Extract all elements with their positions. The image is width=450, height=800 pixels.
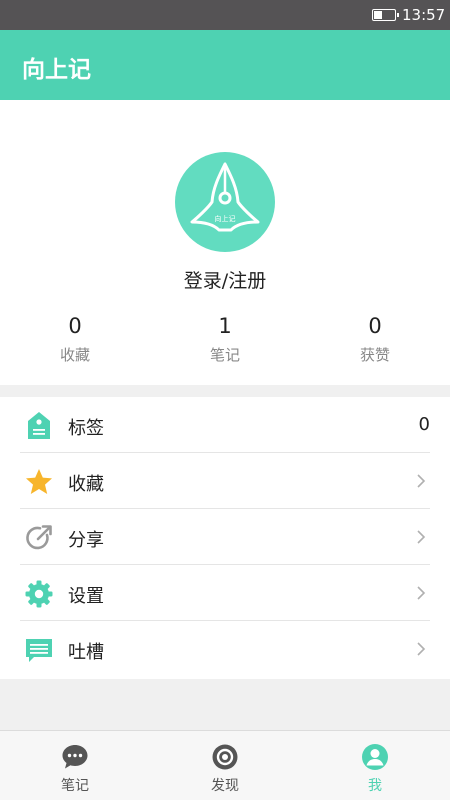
menu-item-favorites-label: 收藏 xyxy=(68,474,104,495)
pen-nib-logo-icon: 向上记 xyxy=(190,162,260,232)
menu-item-favorites[interactable]: 收藏 xyxy=(0,453,450,509)
app-bar: 向上记 xyxy=(0,30,450,100)
menu-item-share-label: 分享 xyxy=(68,530,104,551)
tag-icon xyxy=(28,412,50,439)
avatar-logo-text: 向上记 xyxy=(215,214,236,223)
star-icon xyxy=(26,469,52,494)
battery-icon xyxy=(372,9,399,21)
login-register-link[interactable]: 登录/注册 xyxy=(0,266,450,293)
tab-discover-label: 发现 xyxy=(211,778,239,794)
menu-item-share[interactable]: 分享 xyxy=(0,509,450,565)
stat-notes[interactable]: 1 笔记 xyxy=(170,314,280,365)
person-icon xyxy=(362,744,388,770)
menu-item-tags[interactable]: 标签 0 xyxy=(0,397,450,453)
avatar[interactable]: 向上记 xyxy=(175,152,275,252)
stat-likes-label: 获赞 xyxy=(359,346,390,364)
chat-bubble-icon xyxy=(62,745,88,769)
stat-likes-count: 0 xyxy=(368,314,382,338)
share-icon xyxy=(26,525,52,550)
menu-item-feedback-label: 吐槽 xyxy=(68,642,104,663)
gear-icon xyxy=(25,580,53,608)
profile-section: 向上记 登录/注册 0 收藏 1 笔记 0 获赞 xyxy=(0,100,450,385)
stat-favorites[interactable]: 0 收藏 xyxy=(20,314,130,365)
menu-item-tags-count: 0 xyxy=(418,414,430,435)
bottom-tab-bar: 笔记 发现 我 xyxy=(0,730,450,800)
menu-item-feedback[interactable]: 吐槽 xyxy=(0,621,450,677)
stat-favorites-count: 0 xyxy=(68,314,82,338)
tab-me-label: 我 xyxy=(368,778,382,794)
tab-discover[interactable]: 发现 xyxy=(150,731,300,800)
chevron-right-icon xyxy=(417,530,426,544)
feedback-icon xyxy=(26,639,52,662)
tab-notes[interactable]: 笔记 xyxy=(0,731,150,800)
status-time: 13:57 xyxy=(402,6,446,24)
chevron-right-icon xyxy=(417,642,426,656)
stat-notes-label: 笔记 xyxy=(209,346,240,364)
stat-likes[interactable]: 0 获赞 xyxy=(320,314,430,365)
status-bar: 13:57 xyxy=(0,0,450,30)
stat-notes-count: 1 xyxy=(218,314,232,338)
camera-lens-icon xyxy=(212,744,238,770)
menu-item-tags-label: 标签 xyxy=(68,418,104,439)
menu-list: 标签 0 收藏 分享 设置 吐槽 xyxy=(0,397,450,679)
stat-favorites-label: 收藏 xyxy=(59,346,90,364)
menu-item-settings[interactable]: 设置 xyxy=(0,565,450,621)
menu-item-settings-label: 设置 xyxy=(68,586,104,607)
tab-notes-label: 笔记 xyxy=(61,778,89,794)
tab-me[interactable]: 我 xyxy=(300,731,450,800)
app-title: 向上记 xyxy=(22,57,91,83)
chevron-right-icon xyxy=(417,586,426,600)
chevron-right-icon xyxy=(417,474,426,488)
